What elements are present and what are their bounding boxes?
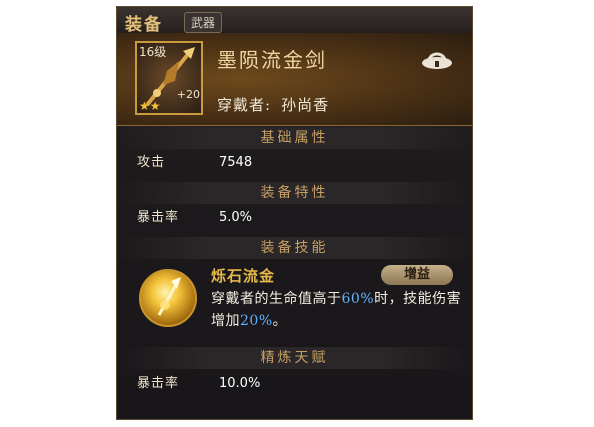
skill-icon[interactable] [139, 269, 197, 327]
enhance-level: +20 [176, 88, 200, 101]
title-bar: 装备 武器 [117, 7, 472, 35]
stat-label: 暴击率 [137, 210, 180, 225]
skill-desc-text: 。 [272, 313, 288, 329]
category-tag: 武器 [184, 12, 223, 33]
weapon-icon[interactable]: 16级 +20 ★★ [135, 41, 203, 115]
stat-row-refine-crit: 暴击率 10.0% [117, 373, 472, 395]
skill-desc-value: 60% [341, 291, 375, 307]
stat-value: 10.0% [219, 376, 261, 391]
skill-name: 烁石流金 [211, 267, 276, 285]
section-base-attributes: 基础属性 [117, 127, 472, 149]
stat-label: 暴击率 [137, 376, 180, 391]
panel-title: 装备 [125, 15, 163, 35]
stat-value: 5.0% [219, 210, 253, 225]
equipment-panel: 装备 武器 16级 +20 ★★ 墨陨流金剑 穿戴者: 孙尚香 基础属性 攻击 7… [116, 6, 473, 420]
item-name: 墨陨流金剑 [217, 48, 327, 72]
stat-row-attack: 攻击 7548 [117, 152, 472, 174]
stat-label: 攻击 [137, 155, 166, 170]
section-refine-talent: 精炼天赋 [117, 347, 472, 369]
wearer-label: 穿戴者: [217, 96, 272, 114]
stat-row-crit: 暴击率 5.0% [117, 207, 472, 229]
buff-badge: 增益 [381, 265, 453, 285]
skill-desc-value: 20% [240, 313, 273, 329]
item-level: 16级 [139, 45, 167, 59]
skill-desc-text: 穿戴者的生命值高于 [211, 291, 342, 307]
star-icon: ★★ [139, 99, 161, 113]
stat-value: 7548 [219, 155, 253, 170]
section-equipment-skill: 装备技能 [117, 237, 472, 259]
lock-icon[interactable] [419, 52, 455, 70]
skill-description: 穿戴者的生命值高于60%时，技能伤害增加20%。 [211, 288, 463, 332]
wearer-line: 穿戴者: 孙尚香 [217, 94, 329, 115]
flame-sword-icon [157, 277, 181, 316]
section-equipment-traits: 装备特性 [117, 182, 472, 204]
wearer-name: 孙尚香 [281, 96, 330, 114]
